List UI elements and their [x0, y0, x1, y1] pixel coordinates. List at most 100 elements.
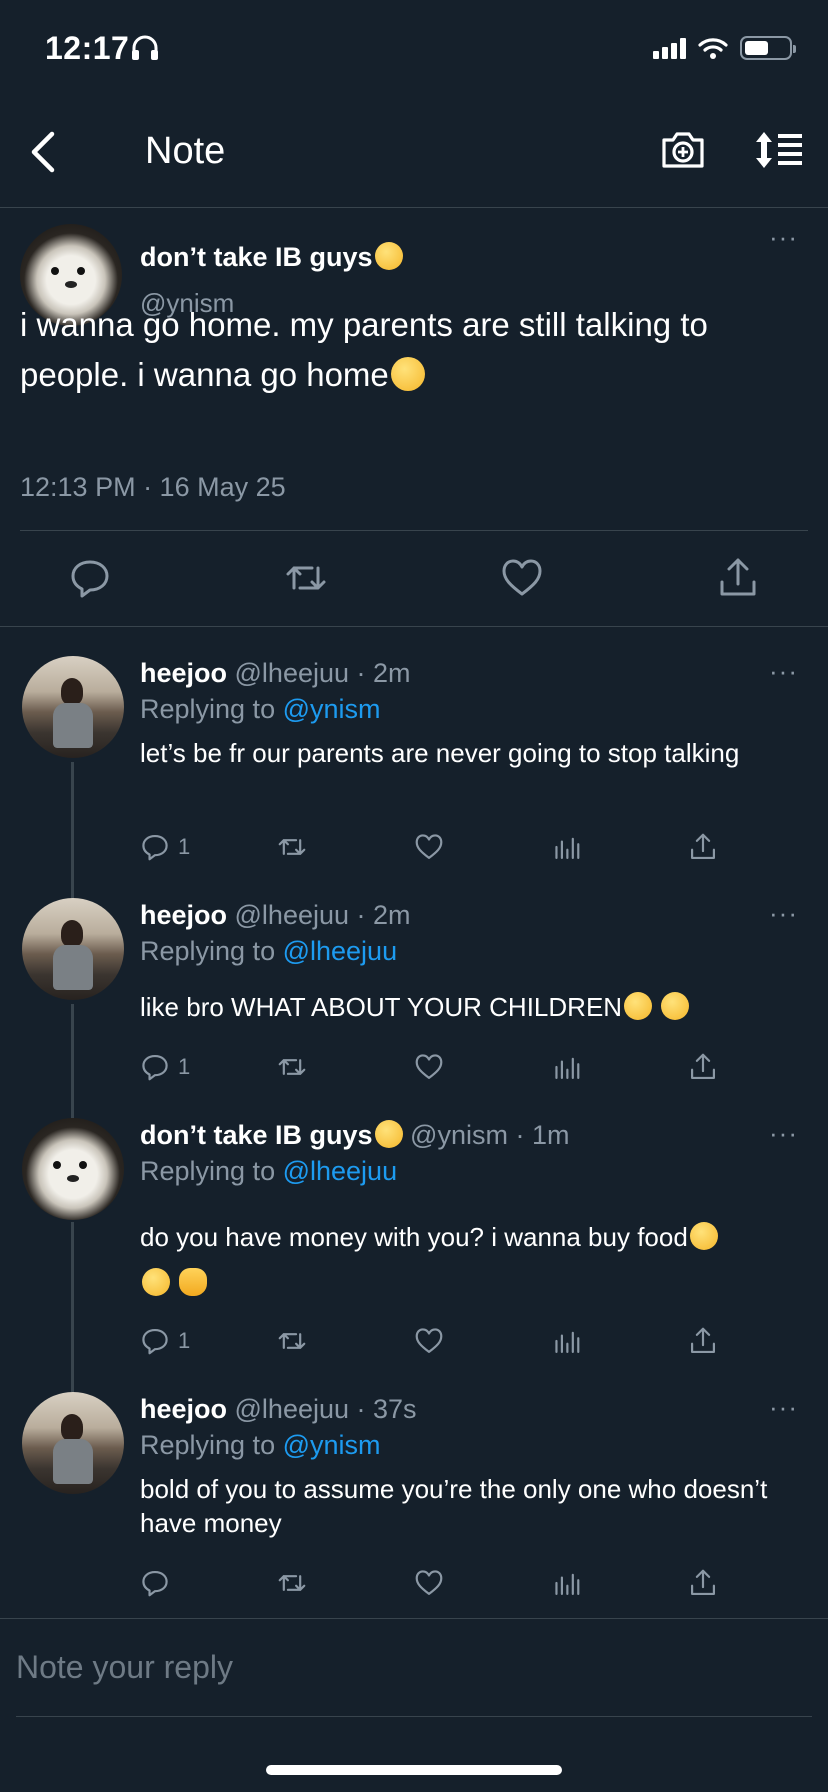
nav-bar: Note [0, 100, 828, 208]
share-button[interactable] [688, 1566, 718, 1600]
like-button[interactable] [414, 1324, 444, 1358]
more-options-button[interactable]: ··· [769, 1392, 798, 1423]
retweet-button[interactable] [277, 1050, 307, 1084]
sort-icon[interactable] [754, 128, 804, 172]
retweet-icon[interactable] [284, 556, 328, 600]
page-title: Note [145, 130, 226, 172]
reply-actions: 1 [140, 1050, 740, 1084]
analytics-button[interactable] [551, 830, 581, 864]
retweet-icon [278, 1575, 306, 1591]
reply-icon[interactable] [68, 556, 112, 600]
reply-text: let’s be fr our parents are never going … [140, 738, 740, 768]
home-indicator[interactable] [266, 1765, 562, 1775]
reply-actions: 1 [140, 830, 740, 864]
like-icon [415, 1570, 443, 1595]
analytics-icon [555, 1331, 580, 1353]
reply-button[interactable] [140, 1566, 170, 1600]
replying-to: Replying to @lheejuu [140, 936, 398, 966]
like-button[interactable] [414, 1566, 444, 1600]
mention-link[interactable]: @lheejuu [283, 936, 398, 966]
share-button[interactable] [688, 1050, 718, 1084]
reply-composer [0, 1618, 828, 1718]
share-icon [691, 1053, 715, 1079]
share-icon [691, 833, 715, 859]
analytics-button[interactable] [551, 1050, 581, 1084]
avatar[interactable] [22, 898, 124, 1000]
camera-icon[interactable] [660, 128, 706, 172]
tweet-actions [0, 556, 828, 612]
pensive-face-emoji [142, 1268, 170, 1296]
like-button[interactable] [414, 1050, 444, 1084]
reply-icon [142, 1571, 168, 1597]
reply-text: bold of you to assume you’re the only on… [140, 1474, 768, 1538]
triumph-face-emoji [624, 992, 653, 1020]
reply-header: don’t take IB guys @ynism · 1m [140, 1120, 570, 1150]
like-icon [415, 834, 443, 859]
share-button[interactable] [688, 830, 718, 864]
triumph-face-emoji [661, 992, 690, 1020]
reply-actions [140, 1566, 740, 1600]
reply-icon [142, 1055, 168, 1081]
like-icon [415, 1054, 443, 1079]
reply-button[interactable]: 1 [140, 1050, 190, 1084]
raised-hand-emoji [179, 1268, 208, 1296]
reply-input[interactable] [16, 1649, 796, 1686]
like-button[interactable] [414, 830, 444, 864]
share-icon [691, 1569, 715, 1595]
status-time: 12:17 [45, 30, 130, 66]
mention-link[interactable]: @ynism [283, 1430, 381, 1460]
retweet-button[interactable] [277, 830, 307, 864]
avatar[interactable] [22, 656, 124, 758]
more-options-button[interactable]: ··· [769, 222, 798, 253]
avatar[interactable] [22, 1392, 124, 1494]
signal-icon [653, 37, 686, 59]
share-icon[interactable] [716, 556, 760, 600]
analytics-button[interactable] [551, 1324, 581, 1358]
thread-line [71, 1222, 74, 1392]
reply-text: do you have money with you? i wanna buy … [140, 1214, 800, 1306]
share-button[interactable] [688, 1324, 718, 1358]
mention-link[interactable]: @lheejuu [283, 1156, 398, 1186]
thread-line [71, 762, 74, 900]
confused-face-emoji [390, 357, 425, 391]
reply-text: like bro WHAT ABOUT YOUR CHILDREN [140, 990, 800, 1024]
avatar[interactable] [22, 1118, 124, 1220]
analytics-icon [555, 1057, 580, 1079]
mention-link[interactable]: @ynism [283, 694, 381, 724]
more-options-button[interactable]: ··· [769, 898, 798, 929]
battery-icon [740, 36, 796, 60]
divider [0, 626, 828, 627]
retweet-button[interactable] [277, 1566, 307, 1600]
more-options-button[interactable]: ··· [769, 656, 798, 687]
author-name[interactable]: don’t take IB guys [140, 242, 403, 273]
like-icon[interactable] [500, 556, 544, 600]
retweet-icon [278, 1333, 306, 1349]
reply-header: heejoo @lheejuu · 2m [140, 900, 411, 930]
status-bar: 12:17 [0, 0, 828, 100]
like-icon [415, 1328, 443, 1353]
reply-icon [142, 1329, 168, 1355]
retweet-icon [278, 1059, 306, 1075]
more-options-button[interactable]: ··· [769, 1118, 798, 1149]
wifi-icon [698, 38, 728, 59]
retweet-button[interactable] [277, 1324, 307, 1358]
divider [20, 530, 808, 531]
retweet-icon [278, 839, 306, 855]
reply-count: 1 [178, 1054, 191, 1079]
persevering-face-emoji [374, 242, 403, 270]
pensive-face-emoji [689, 1222, 718, 1250]
reply-icon [142, 835, 168, 861]
analytics-icon [555, 1573, 580, 1595]
tweet-timestamp: 12:13 PM · 16 May 25 [20, 472, 286, 502]
headphones-icon [132, 35, 158, 60]
reply-count: 1 [178, 834, 191, 859]
persevering-face-emoji [374, 1120, 403, 1148]
reply-button[interactable]: 1 [140, 830, 190, 864]
thread-line [71, 1004, 74, 1118]
replying-to: Replying to @ynism [140, 694, 381, 724]
reply-count: 1 [178, 1328, 191, 1353]
back-icon[interactable] [26, 128, 62, 176]
reply-button[interactable]: 1 [140, 1324, 190, 1358]
share-icon [691, 1327, 715, 1353]
analytics-button[interactable] [551, 1566, 581, 1600]
